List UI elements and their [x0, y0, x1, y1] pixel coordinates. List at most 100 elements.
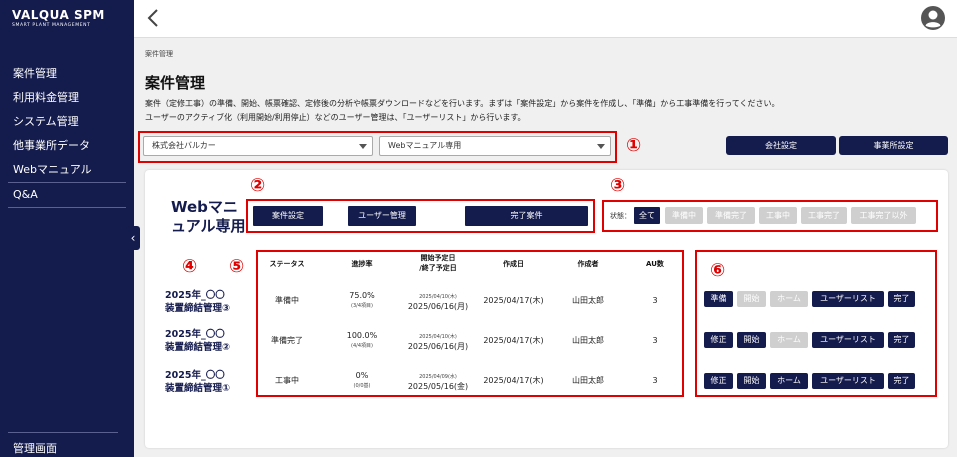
- sidebar-divider: [8, 207, 126, 208]
- user-avatar-icon: [921, 6, 945, 30]
- cell-status: 準備完了: [271, 336, 303, 345]
- action-home-button: ホーム: [770, 332, 808, 348]
- office-select[interactable]: Webマニュアル専用: [379, 136, 611, 156]
- cell-created: 2025/04/17(木): [483, 376, 544, 385]
- project-row-name-line: 装置締結管理②: [165, 342, 231, 353]
- chevron-left-icon: ‹: [130, 231, 136, 245]
- sidebar-item-qa[interactable]: Q&A: [0, 183, 134, 207]
- project-row-name-line: 装置締結管理③: [165, 303, 231, 314]
- cell-status: 工事中: [275, 376, 299, 385]
- back-button[interactable]: [144, 6, 164, 30]
- project-row-name[interactable]: 2025年_〇〇 装置締結管理①: [165, 369, 230, 395]
- cell-end-date: 2025/06/16(月): [407, 342, 469, 351]
- project-row-name[interactable]: 2025年_〇〇 装置締結管理②: [165, 328, 230, 354]
- cell-progress-value: 0%: [355, 371, 369, 380]
- cell-author: 山田太郎: [572, 376, 604, 385]
- cell-progress-detail: (4/4項目): [351, 343, 373, 349]
- status-filter-not-complete[interactable]: 工事完了以外: [851, 207, 916, 224]
- col-header-progress: 進捗率: [351, 260, 373, 268]
- project-title: Webマニ ュアル専用: [171, 198, 246, 236]
- cell-status: 準備中: [275, 296, 299, 305]
- sidebar-bottom-divider: [8, 432, 118, 433]
- completed-projects-button[interactable]: 完了案件: [465, 206, 588, 226]
- cell-dates: 2025/04/10(木) 2025/06/16(月): [404, 292, 472, 312]
- col-header-au: AU数: [646, 260, 664, 268]
- status-filter-label: 状態：: [610, 212, 631, 220]
- description-line: 案件（定修工事）の準備、開始、帳票確認、定修後の分析や帳票ダウンロードなどを行い…: [145, 99, 780, 108]
- topbar: [134, 0, 957, 38]
- project-row-name[interactable]: 2025年_〇〇 装置締結管理③: [165, 289, 230, 315]
- col-header-author: 作成者: [577, 260, 599, 268]
- sidebar-item-project-management[interactable]: 案件管理: [0, 62, 134, 86]
- status-filter-construction-complete[interactable]: 工事完了: [801, 207, 847, 224]
- sidebar-item-system-management[interactable]: システム管理: [0, 110, 134, 134]
- cell-au: 3: [652, 376, 658, 385]
- action-start-button[interactable]: 開始: [737, 373, 766, 389]
- project-row-name-line: 2025年_〇〇: [165, 370, 225, 381]
- action-complete-button[interactable]: 完了: [888, 291, 915, 307]
- col-header-end: /終了予定日: [419, 264, 457, 272]
- action-user-list-button[interactable]: ユーザーリスト: [812, 373, 884, 389]
- project-settings-button[interactable]: 案件設定: [253, 206, 323, 226]
- cell-progress-value: 100.0%: [346, 331, 378, 340]
- breadcrumb: 案件管理: [145, 50, 173, 58]
- col-header-dates: 開始予定日 /終了予定日: [404, 253, 472, 273]
- cell-start-date: 2025/04/10(木): [419, 294, 457, 300]
- status-filter-all[interactable]: 全て: [634, 207, 660, 224]
- office-settings-button[interactable]: 事業所設定: [839, 136, 948, 155]
- brand-subtitle: SMART PLANT MANAGEMENT: [12, 23, 91, 28]
- action-home-button[interactable]: ホーム: [770, 373, 808, 389]
- cell-end-date: 2025/05/16(金): [407, 382, 469, 391]
- sidebar-item-web-manual[interactable]: Webマニュアル: [0, 158, 134, 182]
- annotation-number-3: ③: [610, 175, 626, 196]
- action-start-button[interactable]: 開始: [737, 332, 766, 348]
- action-user-list-button[interactable]: ユーザーリスト: [812, 291, 884, 307]
- company-settings-button[interactable]: 会社設定: [726, 136, 836, 155]
- status-filter-prep-complete[interactable]: 準備完了: [707, 207, 755, 224]
- user-avatar-button[interactable]: [921, 6, 945, 30]
- cell-progress: 0% (0/0基): [336, 371, 388, 391]
- project-row-name-line: 2025年_〇〇: [165, 329, 225, 340]
- cell-created: 2025/04/17(木): [483, 336, 544, 345]
- cell-progress-value: 75.0%: [349, 291, 375, 300]
- action-complete-button[interactable]: 完了: [888, 373, 915, 389]
- cell-au: 3: [652, 296, 658, 305]
- action-home-button: ホーム: [770, 291, 808, 307]
- cell-author: 山田太郎: [572, 296, 604, 305]
- status-filter-in-construction[interactable]: 工事中: [759, 207, 797, 224]
- sidebar: VALQUA SPM SMART PLANT MANAGEMENT 案件管理 利…: [0, 0, 134, 457]
- brand-logo[interactable]: VALQUA SPM SMART PLANT MANAGEMENT: [12, 8, 105, 28]
- cell-progress: 75.0% (3/4項目): [336, 291, 388, 311]
- annotation-number-5: ⑤: [229, 256, 245, 277]
- chevron-left-icon: [147, 9, 158, 27]
- status-filter-preparing[interactable]: 準備中: [665, 207, 703, 224]
- page-title: 案件管理: [145, 74, 206, 92]
- action-user-list-button[interactable]: ユーザーリスト: [812, 332, 884, 348]
- company-select-value: 株式会社バルカー: [152, 141, 216, 150]
- cell-progress-detail: (3/4項目): [351, 303, 373, 309]
- action-complete-button[interactable]: 完了: [888, 332, 915, 348]
- action-prepare-button[interactable]: 準備: [704, 291, 733, 307]
- annotation-number-2: ②: [250, 175, 266, 196]
- cell-start-date: 2025/04/09(水): [419, 374, 457, 380]
- description-line: ユーザーのアクティブ化（利用開始/利用停止）などのユーザー管理は、「ユーザーリス…: [145, 113, 526, 122]
- action-edit-button[interactable]: 修正: [704, 373, 733, 389]
- col-header-created: 作成日: [503, 260, 524, 268]
- cell-created: 2025/04/17(木): [483, 296, 544, 305]
- cell-author: 山田太郎: [572, 336, 604, 345]
- user-management-button[interactable]: ユーザー管理: [348, 206, 416, 226]
- annotation-number-6: ⑥: [710, 260, 726, 281]
- action-edit-button[interactable]: 修正: [704, 332, 733, 348]
- brand-title: VALQUA SPM: [12, 8, 105, 22]
- sidebar-item-fee-management[interactable]: 利用料金管理: [0, 86, 134, 110]
- cell-dates: 2025/04/09(水) 2025/05/16(金): [404, 372, 472, 392]
- cell-start-date: 2025/04/10(木): [419, 334, 457, 340]
- sidebar-item-admin-screen[interactable]: 管理画面: [13, 440, 57, 456]
- project-row-name-line: 装置締結管理①: [165, 383, 231, 394]
- cell-au: 3: [652, 336, 658, 345]
- company-select[interactable]: 株式会社バルカー: [143, 136, 373, 156]
- sidebar-collapse-toggle[interactable]: ‹: [126, 226, 140, 250]
- sidebar-item-other-office-data[interactable]: 他事業所データ: [0, 134, 134, 158]
- cell-progress: 100.0% (4/4項目): [336, 331, 388, 351]
- cell-end-date: 2025/06/16(月): [407, 302, 469, 311]
